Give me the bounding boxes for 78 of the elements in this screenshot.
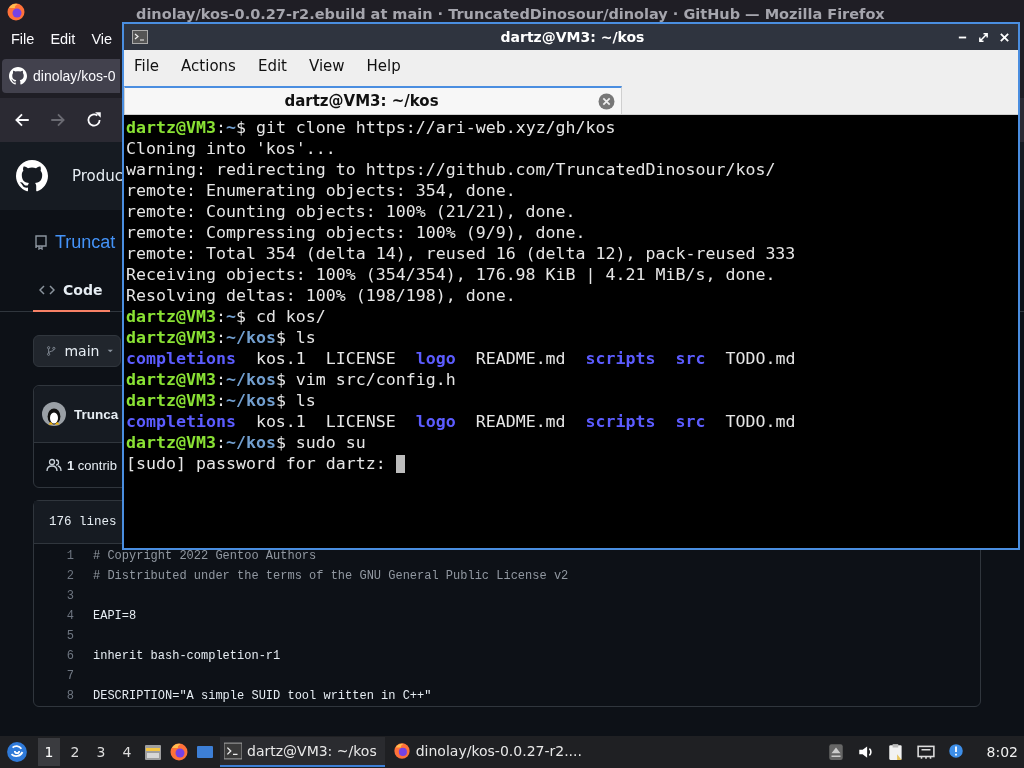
start-menu-icon[interactable] — [6, 741, 28, 763]
terminal-line: remote: Total 354 (delta 14), reused 16 (delta 12), pack-reused 333 — [126, 244, 796, 263]
terminal-line: remote: Compressing objects: 100% (9/9), done. — [126, 223, 586, 242]
line-number: 3 — [65, 589, 75, 603]
task-button[interactable]: dartz@VM3: ~/kos — [220, 737, 385, 767]
arrow-right-icon — [49, 111, 67, 129]
terminal-tab[interactable]: dartz@VM3: ~/kos — [124, 86, 622, 114]
terminal-line: Cloning into 'kos'... — [126, 139, 336, 158]
repo-icon — [33, 234, 49, 250]
avatar-icon — [42, 402, 66, 426]
firefox-icon[interactable] — [169, 742, 189, 762]
code-line: DESCRIPTION="A simple SUID tool written in C++" — [93, 689, 432, 703]
terminal-line: dartz@VM3:~/kos$ sudo su — [126, 433, 366, 452]
github-logo-icon[interactable] — [16, 160, 48, 192]
arrow-left-icon — [13, 111, 31, 129]
firefox-icon — [392, 742, 411, 760]
line-number: 1 — [65, 549, 75, 563]
nav-link[interactable]: Produc — [72, 167, 124, 185]
terminal-line: remote: Enumerating objects: 354, done. — [126, 181, 516, 200]
close-icon[interactable] — [999, 31, 1010, 43]
browser-tab[interactable]: dinolay/kos-0 — [2, 59, 120, 93]
menu-item[interactable]: Help — [366, 57, 413, 75]
firefox-icon — [6, 2, 26, 22]
line-number: 5 — [65, 629, 75, 643]
terminal-line: warning: redirecting to https://github.com/TruncatedDinosour/kos/ — [126, 160, 776, 179]
workspace-button[interactable]: 2 — [64, 738, 86, 766]
code-line: inherit bash-completion-r1 — [93, 649, 281, 663]
terminal-line: dartz@VM3:~/kos$ ls — [126, 391, 316, 410]
terminal-line: Receiving objects: 100% (354/354), 176.98 KiB | 4.21 MiB/s, done. — [126, 265, 776, 284]
terminal-line: Resolving deltas: 100% (198/198), done. — [126, 286, 516, 305]
line-number: 4 — [65, 609, 75, 623]
workspace-button[interactable]: 1 — [38, 738, 60, 766]
clock[interactable]: 8:02 — [972, 744, 1024, 760]
branch-button[interactable]: main — [33, 335, 121, 367]
menu-item[interactable]: Vie — [91, 31, 113, 47]
clipboard-icon[interactable] — [886, 743, 905, 761]
people-icon — [46, 457, 62, 473]
line-number: 6 — [65, 649, 75, 663]
terminal-line: completions kos.1 LICENSE logo README.md scripts src TODO.md — [126, 349, 796, 368]
terminal-line: dartz@VM3:~$ cd kos/ — [126, 307, 326, 326]
terminal-line: completions kos.1 LICENSE logo README.md scripts src TODO.md — [126, 412, 796, 431]
commit-author[interactable]: Trunca — [74, 406, 119, 422]
menu-item[interactable]: Actions — [181, 57, 248, 75]
workspace-button[interactable]: 3 — [90, 738, 112, 766]
eject-icon[interactable] — [826, 743, 845, 761]
terminal-icon — [132, 29, 148, 45]
file-manager-icon[interactable] — [143, 742, 163, 762]
line-count: 176 lines — [49, 515, 117, 529]
workspace-button[interactable]: 4 — [116, 738, 138, 766]
menu-item[interactable]: Edit — [257, 57, 299, 75]
terminal-line: [sudo] password for dartz: — [126, 454, 387, 473]
menu-item[interactable]: File — [134, 57, 172, 75]
notification-icon[interactable] — [946, 743, 965, 761]
maximize-icon[interactable] — [978, 31, 989, 43]
repo-link[interactable]: Truncat — [55, 231, 116, 253]
contributors-link[interactable]: 1 contrib — [67, 457, 117, 473]
terminal-line: dartz@VM3:~/kos$ vim src/config.h — [126, 370, 456, 389]
code-line: # Distributed under the terms of the GNU General Public License v2 — [93, 569, 569, 583]
line-number: 8 — [65, 689, 75, 703]
github-icon — [9, 67, 27, 85]
menu-item[interactable]: View — [308, 57, 357, 75]
code-tab[interactable]: Code — [33, 272, 111, 312]
terminal-line: dartz@VM3:~/kos$ ls — [126, 328, 316, 347]
window-title: dartz@VM3: ~/kos — [499, 29, 645, 45]
menu-item[interactable]: Edit — [50, 31, 76, 47]
line-number: 7 — [65, 669, 75, 683]
menu-item[interactable]: File — [11, 31, 35, 47]
code-line: # Copyright 2022 Gentoo Authors — [93, 549, 317, 563]
terminal-line: dartz@VM3:~$ git clone https://ari-web.xyz/gh/kos — [126, 118, 616, 137]
code-line: EAPI=8 — [93, 609, 137, 623]
window-title: dinolay/kos-0.0.27-r2.ebuild at main · TruncatedDinosour/dinolay · GitHub — Mozilla Firefox — [136, 6, 885, 22]
network-icon[interactable] — [916, 743, 935, 761]
line-number: 2 — [65, 569, 75, 583]
task-button[interactable]: dinolay/kos-0.0.27-r2.... — [388, 737, 590, 767]
reload-icon — [85, 111, 103, 129]
terminal-icon — [224, 742, 242, 760]
branch-icon — [46, 343, 57, 359]
terminal-line: remote: Counting objects: 100% (21/21), done. — [126, 202, 576, 221]
